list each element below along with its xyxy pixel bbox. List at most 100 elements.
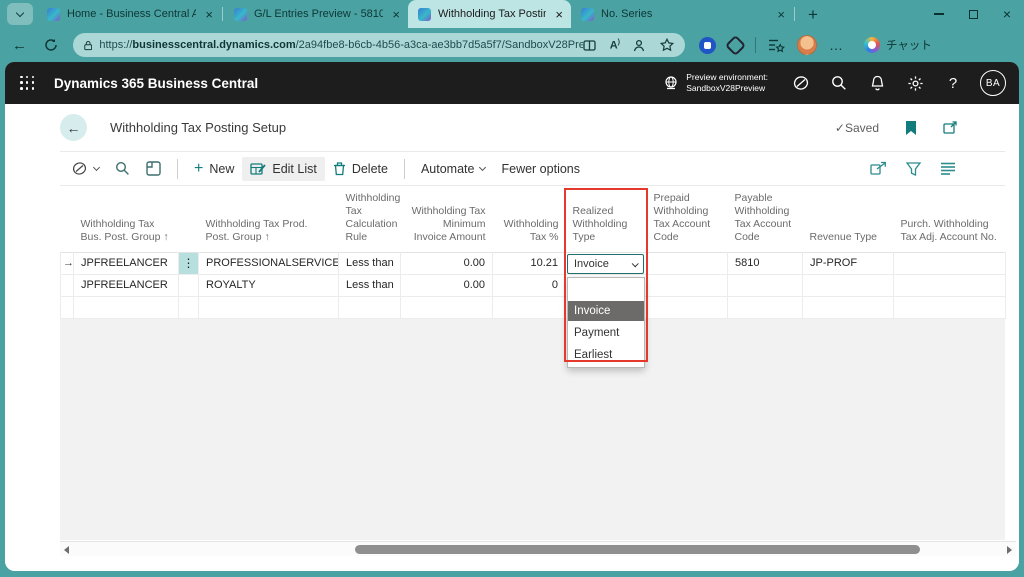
profile-sync-icon[interactable] [633,39,647,52]
list-options-icon[interactable] [940,162,956,175]
new-tab-button[interactable]: + [808,6,818,23]
column-header-prepaid-account[interactable]: Prepaid Withholding Tax Account Code [647,188,728,252]
browser-tab-withholding-active[interactable]: Withholding Tax Posting Setup × [408,0,571,28]
tab-search-button[interactable] [7,3,33,25]
browser-back-button[interactable]: ← [12,37,27,54]
search-button[interactable] [820,75,858,91]
delete-button[interactable]: Delete [325,156,396,181]
cell-prepaid-account[interactable] [647,274,728,296]
column-header-bus-post-group[interactable]: Withholding Tax Bus. Post. Group ↑ [74,188,179,252]
favorite-star-icon[interactable] [660,38,674,52]
favorites-collections-icon[interactable] [768,38,785,53]
scroll-left-arrow-icon[interactable] [64,546,69,554]
help-button[interactable]: ? [934,75,972,92]
column-header-prod-post-group[interactable]: Withholding Tax Prod. Post. Group ↑ [199,188,339,252]
cell-prepaid-account[interactable] [647,252,728,274]
extension-icon-2[interactable] [725,34,746,55]
realized-withholding-type-select[interactable]: Invoice [567,254,644,274]
cell-purch-adj-account[interactable] [894,274,1006,296]
cell-tax-pct[interactable]: 10.21 [493,252,566,274]
scrollbar-thumb[interactable] [355,545,920,554]
cell-revenue-type[interactable] [803,296,894,318]
notifications-button[interactable] [858,75,896,91]
environment-badge[interactable]: Preview environment: SandboxV28Preview [663,72,768,94]
fewer-options-button[interactable]: Fewer options [493,157,588,181]
browser-profile-avatar[interactable] [797,35,817,55]
tab-close-icon[interactable]: × [555,8,563,21]
cell-prepaid-account[interactable] [647,296,728,318]
column-header-min-invoice[interactable]: Withholding Tax Minimum Invoice Amount [401,188,493,252]
cell-calc-rule[interactable] [339,296,401,318]
row-menu-button[interactable]: ⋮ [179,252,199,274]
cell-payable-account[interactable]: 5810 [728,252,803,274]
tab-close-icon[interactable]: × [392,8,400,21]
cell-tax-pct[interactable] [493,296,566,318]
open-in-new-window-icon[interactable] [943,121,958,135]
tab-close-icon[interactable]: × [205,8,213,21]
horizontal-scrollbar[interactable] [60,541,1016,556]
column-header-calc-rule[interactable]: Withholding Tax Calculation Rule [339,188,401,252]
maximize-button[interactable] [956,0,990,28]
user-avatar[interactable]: BA [980,70,1006,96]
bookmark-icon[interactable] [905,120,917,136]
search-list-button[interactable] [107,156,138,181]
cell-bus-post-group[interactable]: JPFREELANCER [74,274,179,296]
cell-prod-post-group[interactable]: ROYALTY [199,274,339,296]
cell-calc-rule[interactable]: Less than [339,274,401,296]
refresh-button[interactable] [44,38,58,52]
cell-revenue-type[interactable]: JP-PROF [803,252,894,274]
cell-payable-account[interactable] [728,274,803,296]
cell-bus-post-group[interactable]: JPFREELANCER [74,252,179,274]
maximize-icon [969,10,978,19]
new-button[interactable]: + New [186,155,242,183]
cell-payable-account[interactable] [728,296,803,318]
cell-bus-post-group[interactable] [74,296,179,318]
cell-purch-adj-account[interactable] [894,252,1006,274]
column-header-tax-pct[interactable]: Withholding Tax % [493,188,566,252]
minimize-button[interactable] [922,0,956,28]
cell-min-invoice[interactable] [401,296,493,318]
close-window-button[interactable]: × [990,0,1024,28]
cell-revenue-type[interactable] [803,274,894,296]
browser-tab-no-series[interactable]: No. Series × [571,0,793,28]
dropdown-option-blank[interactable] [568,278,644,297]
tab-close-icon[interactable]: × [777,8,785,21]
dropdown-option-payment[interactable]: Payment [568,323,644,343]
cell-prod-post-group[interactable]: PROFESSIONALSERVICE [199,252,339,274]
browser-tab-strip: Home - Business Central Admin Ce × G/L E… [0,0,1024,28]
cell-calc-rule[interactable]: Less than [339,252,401,274]
dropdown-option-invoice[interactable]: Invoice [568,301,644,321]
cell-min-invoice[interactable]: 0.00 [401,252,493,274]
column-header-payable-account[interactable]: Payable Withholding Tax Account Code [728,188,803,252]
read-aloud-icon[interactable]: A) [610,39,620,52]
page-back-button[interactable]: ← [60,114,87,141]
column-header-realized-type[interactable]: Realized Withholding Type [566,188,647,252]
split-screen-icon[interactable] [583,39,597,52]
filter-icon[interactable] [906,162,921,176]
cell-prod-post-group[interactable] [199,296,339,318]
table-empty-area [60,318,1005,540]
cell-tax-pct[interactable]: 0 [493,274,566,296]
copilot-button[interactable] [782,75,820,91]
extension-icon-1[interactable] [699,37,716,54]
edit-list-button[interactable]: Edit List [242,157,324,181]
command-bar-divider [60,185,1005,186]
column-header-purch-adj-account[interactable]: Purch. Withholding Tax Adj. Account No. [894,188,1006,252]
app-title[interactable]: Dynamics 365 Business Central [54,76,258,91]
cell-min-invoice[interactable]: 0.00 [401,274,493,296]
analyze-button[interactable] [138,156,169,181]
cell-purch-adj-account[interactable] [894,296,1006,318]
copilot-chat-button[interactable]: チャット [864,37,932,53]
browser-tab-home[interactable]: Home - Business Central Admin Ce × [37,0,221,28]
browser-menu-button[interactable]: … [829,37,844,53]
dropdown-option-earliest[interactable]: Earliest [568,345,644,365]
settings-button[interactable] [896,75,934,92]
share-icon[interactable] [870,161,887,176]
automate-button[interactable]: Automate [413,157,494,181]
column-header-revenue-type[interactable]: Revenue Type [803,188,894,252]
url-field[interactable]: https://businesscentral.dynamics.com/2a9… [73,33,685,57]
app-launcher-waffle-icon[interactable] [20,76,35,91]
browser-tab-gl-entries[interactable]: G/L Entries Preview - 5810 Withhol × [224,0,408,28]
copilot-menu-button[interactable] [63,156,107,181]
scroll-right-arrow-icon[interactable] [1007,546,1012,554]
